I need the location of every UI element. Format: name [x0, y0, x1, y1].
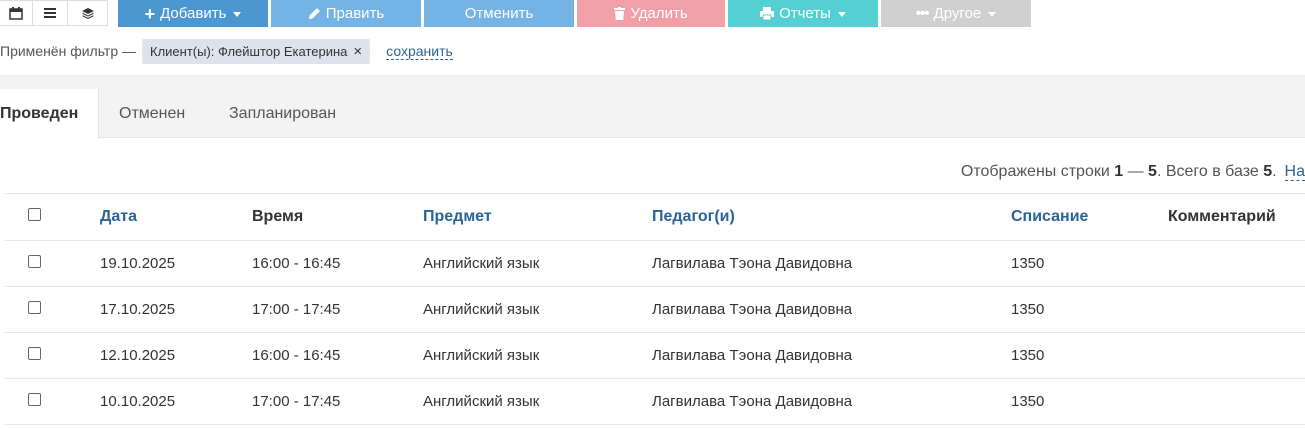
cancel-button[interactable]: Отменить — [424, 0, 574, 27]
pager-info: Отображены строки 1 — 5. Всего в базе 5.… — [961, 163, 1305, 181]
add-button-label: Добавить — [160, 5, 227, 22]
row-select-cell — [5, 332, 100, 379]
pager-range-from: 1 — [1114, 163, 1124, 180]
row-checkbox[interactable] — [28, 393, 41, 406]
cell-comment — [1168, 286, 1305, 333]
cell-teacher: Лагвилава Тэона Давидовна — [652, 378, 1011, 425]
column-comment: Комментарий — [1168, 193, 1305, 241]
reports-button-label: Отчеты — [779, 5, 831, 22]
select-all-cell — [5, 193, 100, 241]
table-header-row: Дата Время Предмет Педагог(и) Списание К… — [5, 193, 1305, 241]
chevron-down-icon — [233, 12, 242, 17]
pencil-icon — [308, 8, 320, 19]
cell-comment — [1168, 332, 1305, 379]
tab-scheduled[interactable]: Запланирован — [209, 89, 356, 139]
cell-date: 10.10.2025 — [100, 378, 252, 425]
cell-charge: 1350 — [1011, 378, 1168, 425]
cell-time: 17:00 - 17:45 — [252, 286, 423, 333]
other-button-label: Другое — [933, 5, 982, 22]
add-button[interactable]: + Добавить — [118, 0, 268, 27]
tab-conducted[interactable]: Проведен — [0, 89, 100, 139]
plus-icon: + — [144, 3, 156, 24]
list-view-button[interactable] — [32, 0, 68, 26]
chevron-down-icon — [837, 12, 846, 17]
cell-date: 19.10.2025 — [100, 240, 252, 287]
cell-teacher: Лагвилава Тэона Давидовна — [652, 240, 1011, 287]
cell-comment — [1168, 240, 1305, 287]
printer-icon — [760, 7, 775, 20]
layers-view-button[interactable] — [67, 0, 108, 26]
cancel-button-label: Отменить — [464, 5, 534, 22]
lessons-table: Дата Время Предмет Педагог(и) Списание К… — [5, 193, 1305, 425]
tab-canceled[interactable]: Отменен — [99, 89, 205, 139]
cell-date: 17.10.2025 — [100, 286, 252, 333]
chevron-down-icon — [988, 12, 997, 17]
pager-suffix: . — [1272, 163, 1277, 180]
cell-comment — [1168, 378, 1305, 425]
pager-range-to: 5 — [1148, 163, 1157, 180]
cell-time: 16:00 - 16:45 — [252, 240, 423, 287]
filter-chip-label: Клиент(ы): Флейштор Екатерина — [150, 43, 348, 59]
cell-subject: Английский язык — [423, 332, 652, 379]
cell-subject: Английский язык — [423, 240, 652, 287]
column-time: Время — [252, 193, 423, 241]
row-select-cell — [5, 378, 100, 425]
dots-icon: ••• — [915, 5, 930, 22]
row-checkbox[interactable] — [28, 255, 41, 268]
pager-middle: . Всего в базе — [1156, 163, 1264, 180]
row-checkbox[interactable] — [28, 347, 41, 360]
column-subject[interactable]: Предмет — [423, 193, 652, 241]
pager-total: 5 — [1263, 163, 1273, 180]
table-row[interactable]: 19.10.2025 16:00 - 16:45 Английский язык… — [5, 240, 1305, 287]
cell-charge: 1350 — [1011, 240, 1168, 287]
filter-bar: Применён фильтр — Клиент(ы): Флейштор Ек… — [0, 38, 453, 64]
cell-charge: 1350 — [1011, 286, 1168, 333]
cell-charge: 1350 — [1011, 332, 1168, 379]
delete-button[interactable]: Удалить — [577, 0, 725, 27]
cell-teacher: Лагвилава Тэона Давидовна — [652, 332, 1011, 379]
cell-subject: Английский язык — [423, 286, 652, 333]
pager-dash: — — [1123, 163, 1149, 180]
row-select-cell — [5, 286, 100, 333]
toolbar: + Добавить Править Отменить Удалить Отче… — [0, 0, 1305, 27]
row-select-cell — [5, 240, 100, 287]
cell-time: 16:00 - 16:45 — [252, 332, 423, 379]
select-all-checkbox[interactable] — [28, 208, 41, 221]
filter-prefix: Применён фильтр — — [0, 43, 137, 59]
delete-button-label: Удалить — [630, 5, 688, 22]
close-icon[interactable]: × — [353, 39, 362, 64]
filter-chip: Клиент(ы): Флейштор Екатерина × — [142, 38, 371, 64]
column-date[interactable]: Дата — [100, 193, 252, 241]
column-teacher[interactable]: Педагог(и) — [652, 193, 1011, 241]
table-row[interactable]: 10.10.2025 17:00 - 17:45 Английский язык… — [5, 378, 1305, 425]
cell-subject: Английский язык — [423, 378, 652, 425]
pager-prefix: Отображены строки — [960, 163, 1115, 180]
edit-button[interactable]: Править — [271, 0, 421, 27]
column-charge[interactable]: Списание — [1011, 193, 1168, 241]
layers-icon — [81, 7, 94, 19]
edit-button-label: Править — [325, 5, 385, 22]
cell-date: 12.10.2025 — [100, 332, 252, 379]
reports-button[interactable]: Отчеты — [728, 0, 878, 27]
cell-teacher: Лагвилава Тэона Давидовна — [652, 286, 1011, 333]
save-filter-link[interactable]: сохранить — [386, 43, 453, 60]
cell-time: 17:00 - 17:45 — [252, 378, 423, 425]
table-row[interactable]: 12.10.2025 16:00 - 16:45 Английский язык… — [5, 332, 1305, 379]
calendar-view-button[interactable] — [0, 0, 33, 26]
row-checkbox[interactable] — [28, 301, 41, 314]
calendar-icon — [9, 6, 23, 20]
trash-icon — [614, 7, 626, 20]
pager-link[interactable]: На — [1284, 163, 1305, 181]
other-button[interactable]: ••• Другое — [881, 0, 1031, 27]
tabs-bar: Проведен Отменен Запланирован — [0, 75, 1305, 139]
list-icon — [44, 8, 56, 18]
table-row[interactable]: 17.10.2025 17:00 - 17:45 Английский язык… — [5, 286, 1305, 333]
